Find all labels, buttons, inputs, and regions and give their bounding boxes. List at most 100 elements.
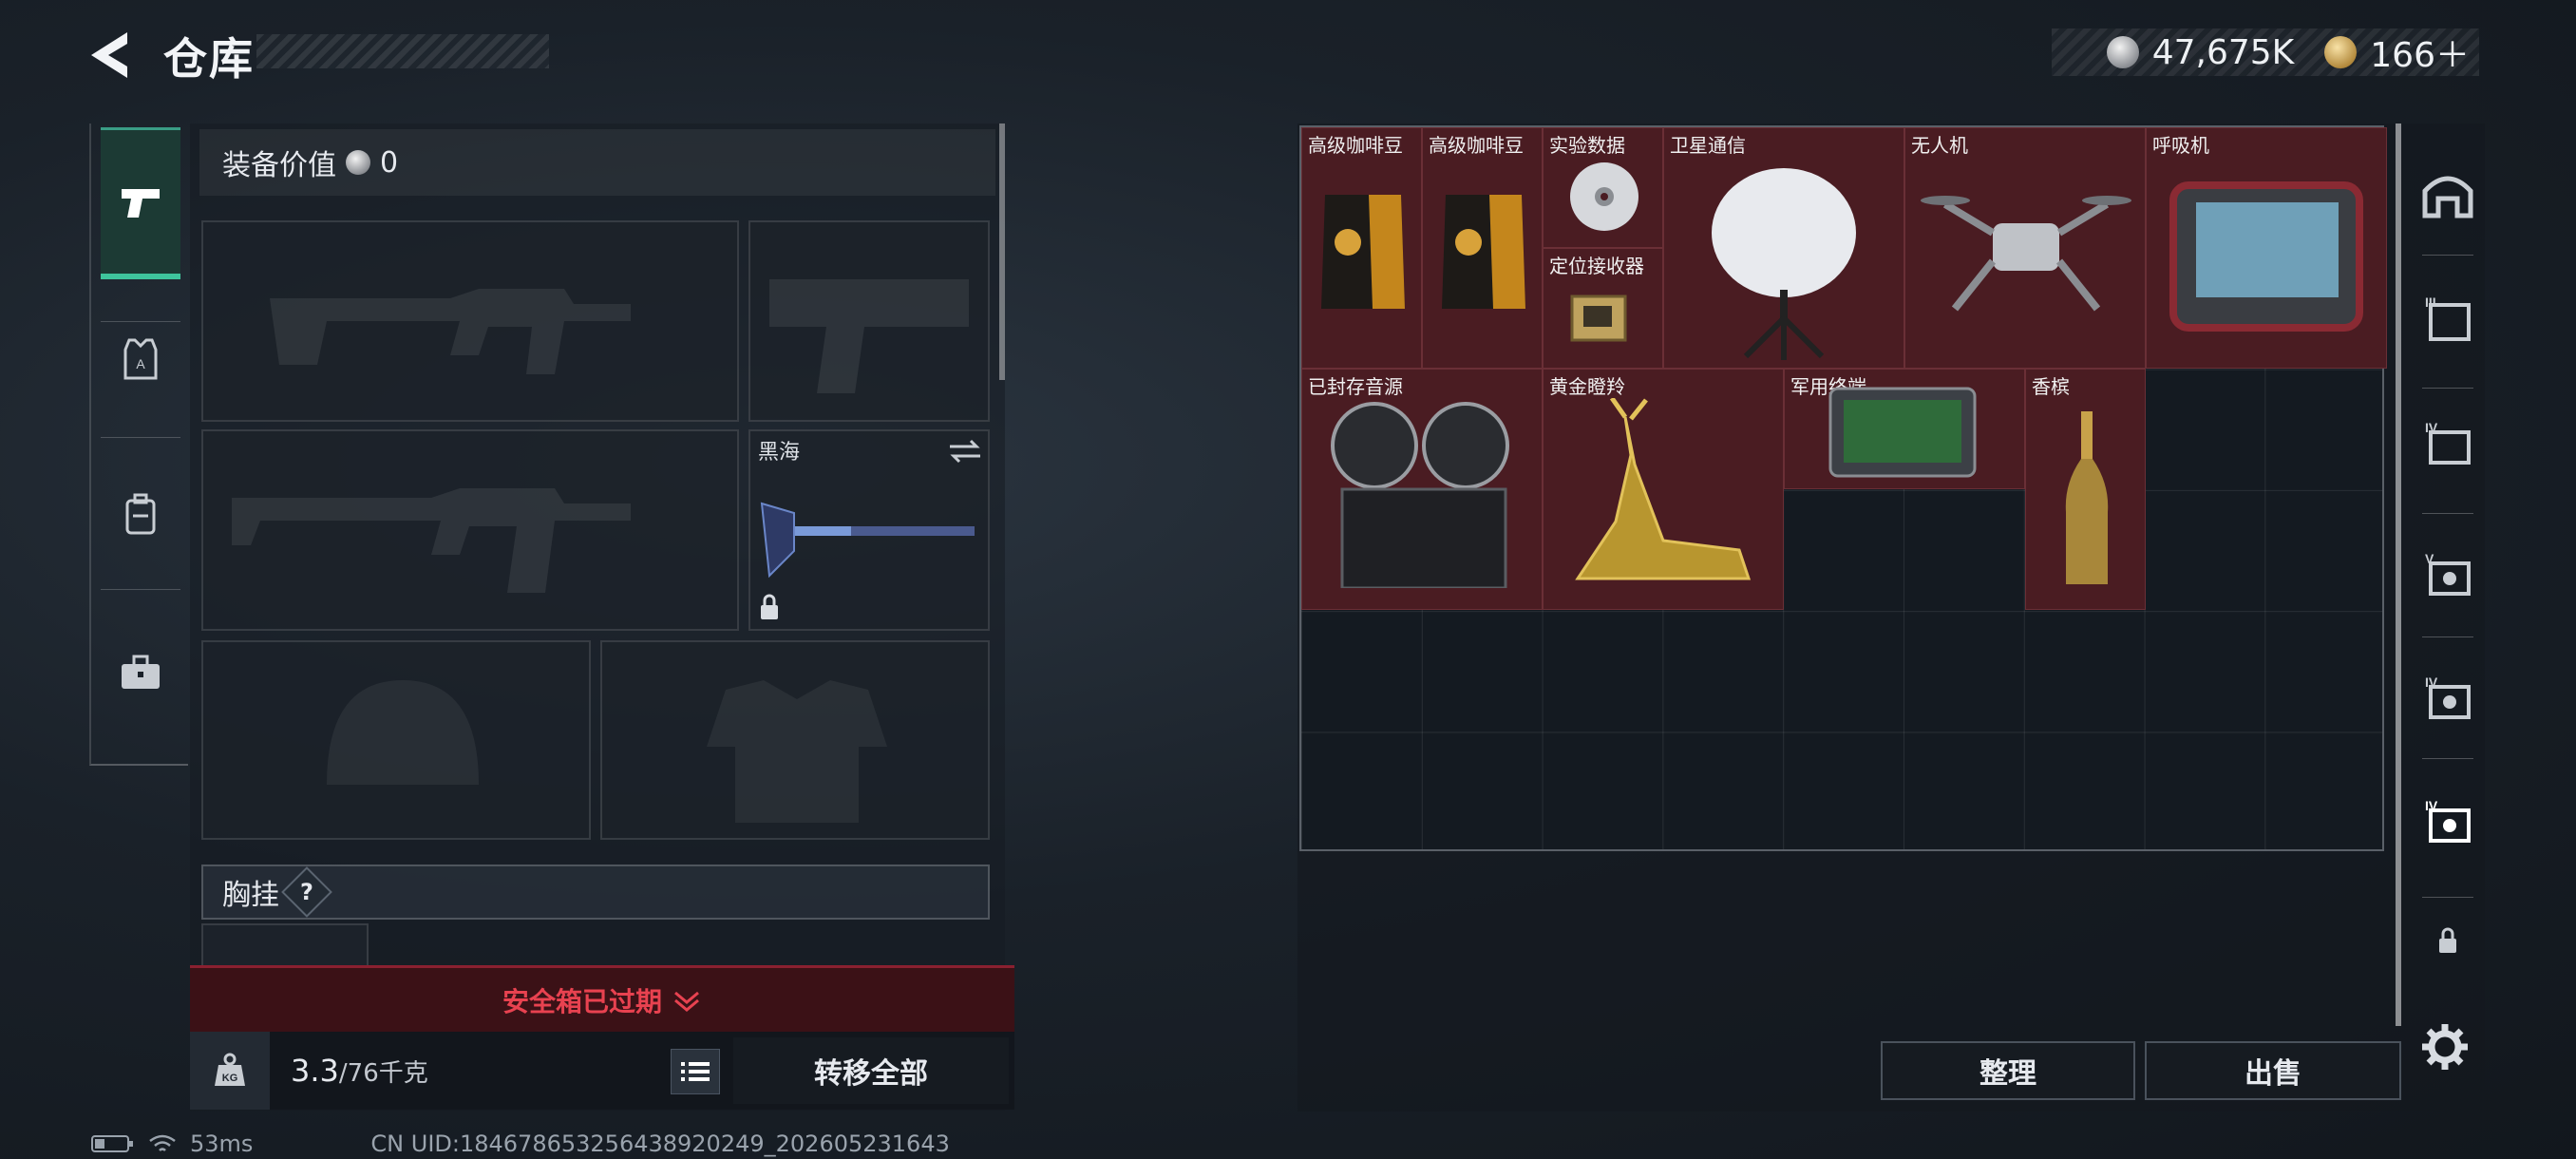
body-armor-slot[interactable] <box>600 640 990 840</box>
item-name: 高级咖啡豆 <box>1429 134 1524 157</box>
case-tier-4-icon: IV <box>2425 420 2471 465</box>
storage-item[interactable]: 卫星通信 <box>1663 127 1904 369</box>
nav-armor[interactable]: A <box>101 319 180 399</box>
loadout-category-nav: A <box>89 124 188 766</box>
item-name: 香槟 <box>2032 375 2070 398</box>
storage-item[interactable]: 高级咖啡豆 <box>1301 127 1422 369</box>
ping-value: 53ms <box>190 1130 254 1157</box>
storage-item[interactable]: 实验数据 <box>1543 127 1663 248</box>
nav-case-tier-3[interactable]: III <box>2405 266 2491 370</box>
storage-item[interactable]: 军用终端 <box>1784 369 2025 489</box>
chest-rig-slot[interactable] <box>201 923 369 969</box>
svg-text:IV: IV <box>2425 798 2438 813</box>
nav-weapons[interactable] <box>101 127 180 279</box>
safebox-status-bar[interactable]: 安全箱已过期 <box>190 965 1014 1032</box>
armor-silhouette-icon <box>707 680 887 823</box>
storage-item[interactable]: 高级咖啡豆 <box>1422 127 1543 369</box>
nav-storage-home[interactable] <box>2405 142 2491 247</box>
title-decoration <box>256 34 549 68</box>
lock-icon <box>2439 927 2456 953</box>
gear-icon <box>2422 1024 2468 1070</box>
equipment-scrollbar[interactable] <box>999 124 1005 380</box>
help-icon[interactable]: ? <box>281 866 332 918</box>
chest-rig-section[interactable]: 胸挂 ? <box>201 864 990 920</box>
list-icon <box>681 1062 710 1081</box>
item-name: 实验数据 <box>1549 134 1625 157</box>
storage-item[interactable]: 呼吸机 <box>2146 127 2387 369</box>
weight-current: 3.3 <box>291 1053 339 1089</box>
chevron-down-double-icon <box>674 991 699 1012</box>
item-name: 定位接收器 <box>1549 255 1644 277</box>
melee-weapon-name: 黑海 <box>758 441 801 465</box>
settings-button[interactable] <box>2420 1022 2470 1072</box>
case-tier-4b-icon: IV <box>2425 674 2471 719</box>
sort-button[interactable]: 整理 <box>1881 1041 2135 1100</box>
svg-text:III: III <box>2425 294 2436 310</box>
case-tier-5-icon: V <box>2425 551 2471 596</box>
rifle-silhouette-icon <box>270 289 631 374</box>
data-disc-icon <box>1570 162 1638 231</box>
sell-button[interactable]: 出售 <box>2145 1041 2401 1100</box>
backpack-icon <box>125 493 156 535</box>
bottom-action-bar: KG 3.3/76千克 转移全部 <box>190 1032 1014 1110</box>
melee-weapon-slot[interactable]: 黑海 <box>748 429 990 631</box>
rifle-silhouette-icon <box>232 488 631 593</box>
champagne-bottle-icon <box>2065 411 2109 584</box>
storage-category-nav: III IV V IV IV <box>2405 124 2491 1036</box>
case-tier-4c-icon: IV <box>2425 798 2471 843</box>
tertiary-weapon-slot[interactable] <box>201 429 739 631</box>
pistol-silhouette-icon <box>769 279 969 393</box>
case-tier-3-icon: III <box>2425 294 2471 341</box>
nav-case-tier-4[interactable]: IV <box>2405 391 2491 496</box>
drone-icon <box>1921 196 2131 312</box>
coffee-bag-icon <box>1442 195 1525 309</box>
battery-icon <box>91 1135 133 1152</box>
weight-max: /76千克 <box>338 1059 428 1088</box>
storage-item[interactable]: 无人机 <box>1904 127 2146 369</box>
swap-icon[interactable] <box>946 437 984 466</box>
back-button[interactable] <box>87 28 135 82</box>
list-view-button[interactable] <box>671 1049 720 1094</box>
storage-item[interactable]: 黄金瞪羚 <box>1543 369 1784 610</box>
nav-case[interactable] <box>101 633 180 712</box>
nav-locked-slot[interactable] <box>2405 902 2491 978</box>
gold-currency-value[interactable]: 166＋ <box>2370 28 2470 77</box>
storage-home-icon <box>2422 176 2473 218</box>
item-name: 呼吸机 <box>2152 134 2209 157</box>
item-name: 已封存音源 <box>1308 375 1403 398</box>
storage-grid: 高级咖啡豆 高级咖啡豆 实验数据 定位接收器 卫星通信 无人机 呼吸机 已封存音… <box>1299 125 2387 851</box>
storage-item[interactable]: 定位接收器 <box>1543 248 1663 369</box>
golden-gazelle-icon <box>1575 398 1752 580</box>
ventilator-icon <box>2169 181 2363 332</box>
gold-coin-icon <box>2324 36 2358 68</box>
weight-readout: 3.3/76千克 <box>291 1053 428 1089</box>
page-title: 仓库 <box>163 33 255 85</box>
storage-item[interactable]: 香槟 <box>2025 369 2146 610</box>
nav-case-tier-5[interactable]: V <box>2405 522 2491 627</box>
reel-to-reel-recorder-icon <box>1331 402 1509 588</box>
system-status-bar: 53ms CN UID:184678653256438920249_202605… <box>91 1130 950 1157</box>
storage-scrollbar-thumb[interactable] <box>2396 124 2401 1026</box>
primary-weapon-slot[interactable] <box>201 220 739 422</box>
nav-case-tier-4b[interactable]: IV <box>2405 646 2491 750</box>
svg-text:A: A <box>136 356 145 371</box>
silver-currency-value: 47,675K <box>2151 32 2295 72</box>
helmet-slot[interactable] <box>201 640 591 840</box>
svg-text:V: V <box>2425 551 2434 566</box>
military-terminal-icon <box>1828 387 1977 478</box>
user-uid: CN UID:184678653256438920249_20260523164… <box>370 1130 950 1157</box>
nav-case-tier-4c[interactable]: IV <box>2405 770 2491 874</box>
tomahawk-icon <box>760 502 975 579</box>
briefcase-icon <box>122 655 160 689</box>
transfer-all-button[interactable]: 转移全部 <box>733 1037 1009 1104</box>
item-name: 卫星通信 <box>1670 134 1746 157</box>
chevron-left-icon <box>91 32 127 78</box>
secondary-weapon-slot[interactable] <box>748 220 990 422</box>
pistol-icon <box>122 188 160 218</box>
equipment-value: 0 <box>380 145 399 180</box>
equipment-value-label: 装备价值 <box>222 149 336 182</box>
weight-icon-box: KG <box>190 1032 270 1110</box>
nav-backpack[interactable] <box>101 475 180 555</box>
storage-item[interactable]: 已封存音源 <box>1301 369 1543 610</box>
wifi-icon <box>149 1134 176 1151</box>
